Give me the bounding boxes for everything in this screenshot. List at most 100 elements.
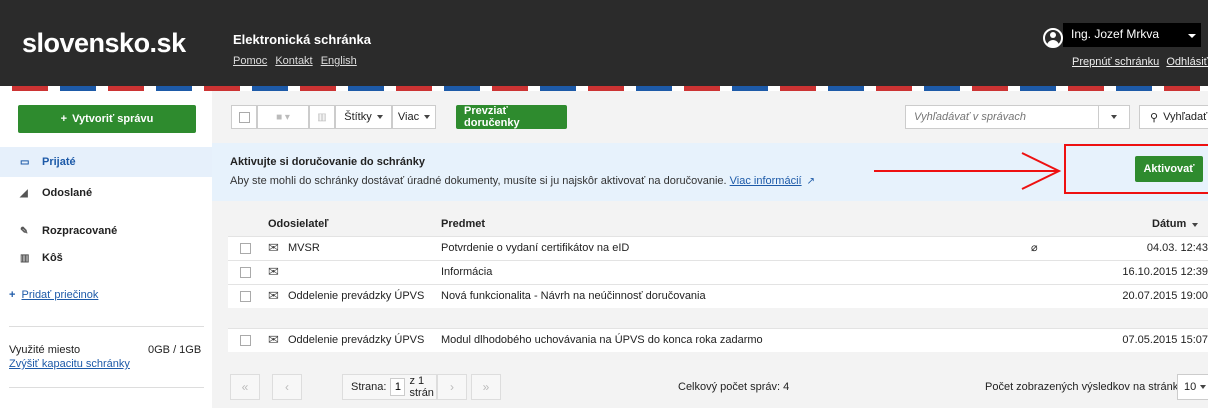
last-page-button[interactable]: » — [471, 374, 501, 400]
move-folder-button[interactable]: ■ ▾ — [257, 105, 309, 129]
new-message-button[interactable]: + Vytvoriť správu — [18, 105, 196, 133]
paperclip-icon: ⌀ — [1031, 242, 1038, 254]
sidebar: + Vytvoriť správu ▭ Prijaté ◢ Odoslané ✎… — [0, 91, 212, 408]
prev-page-button[interactable]: ‹ — [272, 374, 302, 400]
row-date: 07.05.2015 15:07 — [1122, 334, 1208, 346]
user-links: Prepnúť schránku Odhlásiť sa — [1068, 56, 1208, 68]
add-folder-link[interactable]: Pridať priečinok — [22, 289, 99, 301]
receive-receipts-button[interactable]: Prevziať doručenky — [456, 105, 567, 129]
folder-icon: ■ ▾ — [276, 111, 290, 123]
logout-link[interactable]: Odhlásiť sa — [1166, 56, 1208, 68]
column-header-subject[interactable]: Predmet — [441, 218, 485, 230]
user-icon — [1043, 28, 1063, 48]
switch-box-link[interactable]: Prepnúť schránku — [1072, 56, 1159, 68]
more-info-link[interactable]: Viac informácií — [730, 175, 802, 187]
page-label: Strana: — [351, 381, 387, 393]
row-subject: Informácia — [441, 266, 493, 278]
chevron-down-icon — [376, 115, 383, 119]
sidebar-divider — [9, 326, 204, 327]
envelope-icon: ✉ — [268, 240, 279, 255]
chevron-down-icon[interactable] — [1188, 34, 1196, 38]
row-date: 20.07.2015 19:00 — [1122, 290, 1208, 302]
banner-message: Aby ste mohli do schránky dostávať úradn… — [230, 175, 727, 187]
row-checkbox[interactable] — [240, 267, 251, 278]
chevron-down-icon — [1200, 385, 1207, 389]
search-input[interactable] — [905, 105, 1099, 129]
row-subject: Modul dlhodobého uchovávania na ÚPVS do … — [441, 334, 763, 346]
main-content: ■ ▾ ▥ Štítky Viac Prevziať doručenky ⚲ V… — [212, 91, 1208, 408]
row-date: 16.10.2015 12:39 — [1122, 266, 1208, 278]
app-title: Elektronická schránka — [233, 32, 372, 47]
per-page-label: Počet zobrazených výsledkov na stránku: — [985, 381, 1188, 393]
sidebar-item-label: Odoslané — [42, 187, 93, 199]
envelope-icon: ✉ — [268, 264, 279, 279]
search-icon: ⚲ — [1150, 111, 1159, 124]
sidebar-item-sent[interactable]: ◢ Odoslané — [0, 178, 212, 208]
select-all-checkbox[interactable] — [231, 105, 257, 129]
row-checkbox[interactable] — [240, 291, 251, 302]
plus-icon: + — [60, 113, 68, 125]
total-messages: Celkový počet správ: 4 — [678, 381, 790, 393]
header-links: Pomoc Kontakt English — [233, 55, 362, 67]
row-checkbox[interactable] — [240, 335, 251, 346]
inbox-icon: ▭ — [20, 156, 30, 168]
first-page-button[interactable]: « — [230, 374, 260, 400]
new-message-label: Vytvoriť správu — [72, 113, 154, 125]
search-button-label: Vyhľadať — [1163, 111, 1208, 123]
table-row[interactable]: ✉ Oddelenie prevádzky ÚPVS Modul dlhodob… — [228, 328, 1208, 352]
site-header: slovensko.sk Elektronická schránka Pomoc… — [0, 0, 1208, 86]
per-page-value: 10 — [1184, 381, 1197, 393]
red-arrow-annotation — [874, 152, 1062, 190]
more-label: Viac — [397, 111, 420, 123]
row-subject: Nová funkcionalita - Návrh na neúčinnosť… — [441, 290, 706, 302]
contact-link[interactable]: Kontakt — [275, 55, 312, 67]
english-link[interactable]: English — [321, 55, 357, 67]
envelope-icon: ✉ — [268, 332, 279, 347]
brand-logo[interactable]: slovensko.sk — [22, 28, 186, 59]
sidebar-item-inbox[interactable]: ▭ Prijaté — [0, 147, 212, 177]
column-header-date[interactable]: Dátum — [1152, 218, 1199, 230]
add-folder[interactable]: + Pridať priečinok — [9, 289, 98, 301]
increase-capacity-link[interactable]: Zvýšiť kapacitu schránky — [9, 358, 130, 370]
row-sender: Oddelenie prevádzky ÚPVS — [288, 290, 425, 302]
sidebar-item-label: Rozpracované — [42, 225, 118, 237]
table-row[interactable]: ✉ Oddelenie prevádzky ÚPVS Nová funkcion… — [228, 284, 1208, 308]
sidebar-item-label: Kôš — [42, 252, 63, 264]
page-count: z 1 strán — [409, 375, 434, 399]
page-indicator: Strana: z 1 strán — [342, 374, 437, 400]
sidebar-item-label: Prijaté — [42, 156, 76, 168]
chevron-down-icon — [424, 115, 431, 119]
table-row[interactable]: ✉ MVSR Potvrdenie o vydaní certifikátov … — [228, 236, 1208, 260]
column-header-sender[interactable]: Odosielateľ — [268, 218, 328, 230]
banner-text: Aby ste mohli do schránky dostávať úradn… — [230, 175, 815, 187]
banner-title: Aktivujte si doručovanie do schránky — [230, 156, 426, 168]
labels-dropdown[interactable]: Štítky — [335, 105, 392, 129]
delete-button[interactable]: ▥ — [309, 105, 335, 129]
search-options-dropdown[interactable] — [1099, 105, 1130, 129]
next-page-button[interactable]: › — [437, 374, 467, 400]
chevron-down-icon — [1111, 115, 1117, 119]
page-number-input[interactable] — [390, 378, 406, 396]
row-sender: MVSR — [288, 242, 320, 254]
more-dropdown[interactable]: Viac — [392, 105, 436, 129]
trash-icon: ▥ — [20, 252, 30, 264]
row-subject: Potvrdenie o vydaní certifikátov na eID — [441, 242, 630, 254]
table-row[interactable]: ✉ Informácia 16.10.2015 12:39 — [228, 260, 1208, 284]
sidebar-item-drafts[interactable]: ✎ Rozpracované — [0, 216, 212, 246]
sort-desc-icon — [1192, 223, 1199, 227]
envelope-icon: ✉ — [268, 288, 279, 303]
plus-icon: + — [9, 289, 16, 301]
paper-plane-icon: ◢ — [20, 187, 28, 199]
sidebar-item-trash[interactable]: ▥ Kôš — [0, 243, 212, 273]
search-button[interactable]: ⚲ Vyhľadať — [1139, 105, 1208, 129]
per-page-select[interactable]: 10 — [1177, 374, 1208, 400]
sidebar-divider — [9, 387, 204, 388]
row-checkbox[interactable] — [240, 243, 251, 254]
activate-button[interactable]: Aktivovať — [1135, 156, 1203, 182]
user-menu[interactable]: Ing. Jozef Mrkva — [1063, 23, 1201, 47]
used-space-value: 0GB / 1GB — [148, 344, 202, 356]
help-link[interactable]: Pomoc — [233, 55, 267, 67]
used-space-label: Využité miesto — [9, 344, 81, 356]
row-date: 04.03. 12:43 — [1146, 242, 1208, 254]
trash-icon: ▥ — [317, 111, 327, 123]
